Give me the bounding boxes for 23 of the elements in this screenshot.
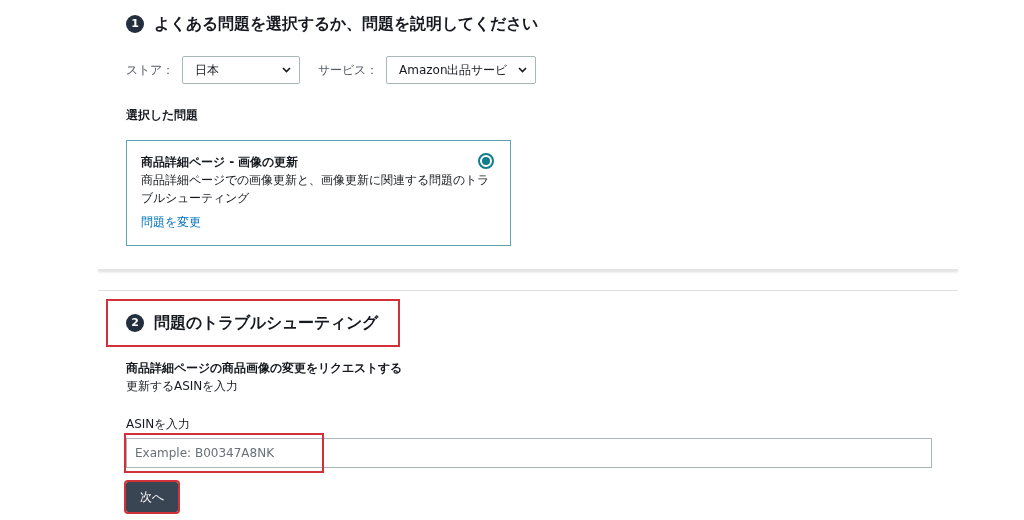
asin-input-field[interactable]: Example: B00347A8NK xyxy=(126,438,932,468)
radio-button[interactable] xyxy=(478,153,494,169)
issue-description: 商品詳細ページでの画像更新と、画像更新に関連する問題のトラブルシューティング xyxy=(141,172,490,207)
dropdown[interactable]: 日本 xyxy=(182,56,300,84)
next-button[interactable]: 次へ xyxy=(126,482,178,512)
step-number: 2 xyxy=(126,314,144,332)
filter-label: サービス： xyxy=(318,62,378,79)
change-issue-link[interactable]: 問題を変更 xyxy=(141,213,201,231)
chevron-down-icon xyxy=(282,67,291,73)
dropdown-value: 日本 xyxy=(195,62,219,79)
section-label: 選択した問題 xyxy=(126,107,199,124)
instruction-text: 更新するASINを入力 xyxy=(126,378,240,395)
field-label: ASINを入力 xyxy=(126,416,192,433)
issue-card[interactable]: 商品詳細ページ - 画像の更新 商品詳細ページでの画像更新と、画像更新に関連する問題のトラブルシューティング 問題を変更 xyxy=(126,140,511,246)
dropdown[interactable]: Amazon出品サービ xyxy=(386,56,536,84)
chevron-down-icon xyxy=(517,67,527,73)
step-number: 1 xyxy=(126,15,144,33)
issue-title: 商品詳細ページ - 画像の更新 xyxy=(141,154,299,171)
filter-label: ストア： xyxy=(126,62,174,79)
section-title: 問題のトラブルシューティング xyxy=(154,312,378,334)
dropdown-value: Amazon出品サービ xyxy=(399,62,508,79)
section-subtitle: 商品詳細ページの商品画像の変更をリクエストする xyxy=(126,360,403,377)
section-title: よくある問題を選択するか、問題を説明してください xyxy=(154,13,538,35)
